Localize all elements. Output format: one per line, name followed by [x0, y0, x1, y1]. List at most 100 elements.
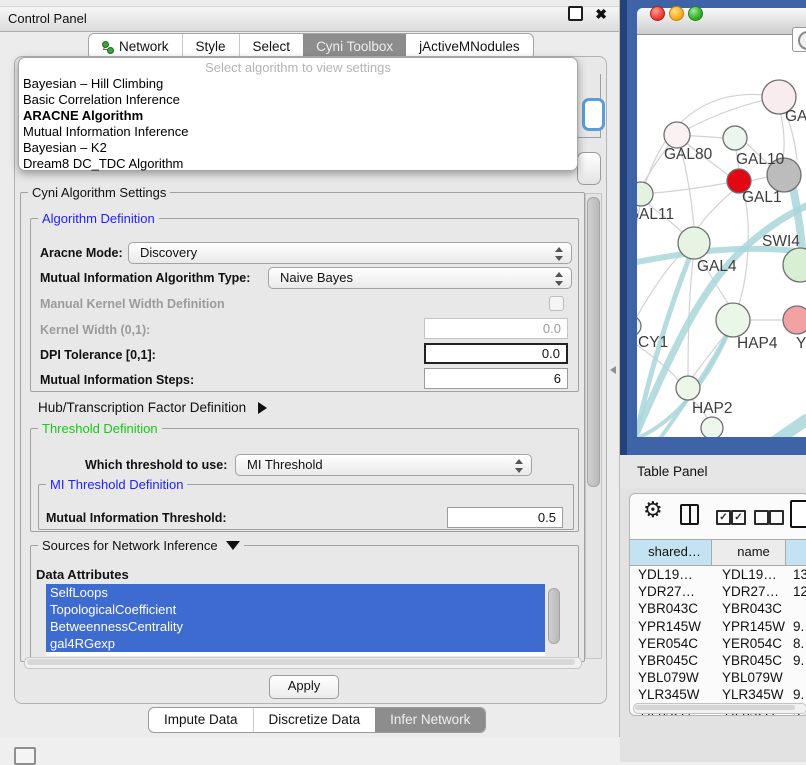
dpi-tolerance-input[interactable]: 0.0 — [424, 343, 568, 364]
column-header-shared[interactable]: shared… — [630, 540, 712, 565]
sources-legend[interactable]: Sources for Network Inference — [38, 538, 244, 553]
data-attributes-list[interactable]: SelfLoops TopologicalCoefficient Between… — [46, 584, 545, 656]
table-cell[interactable]: YDL19… — [712, 566, 786, 583]
table-row[interactable]: YPR145WYPR145W9. — [630, 618, 806, 635]
dropdown-item[interactable]: Basic Correlation Inference — [19, 92, 577, 108]
checked-checkbox-icon[interactable]: ✓ — [716, 510, 731, 525]
unchecked-checkbox-icon[interactable] — [769, 510, 784, 525]
attribute-item[interactable]: gal4RGexp — [46, 635, 545, 652]
attribute-item[interactable]: BetweennessCentrality — [46, 618, 545, 635]
network-edge[interactable] — [751, 177, 768, 181]
network-canvas[interactable]: GALGAL80GAL10GAL1GAL11GAL4SWI4GCY1HAP4YH… — [637, 34, 806, 437]
table-cell[interactable]: YBR045C — [712, 652, 786, 669]
table-row[interactable]: YDL19…YDL19…13 — [630, 566, 806, 583]
table-cell[interactable] — [786, 600, 806, 617]
table-cell[interactable]: YPR145W — [630, 618, 712, 635]
dropdown-item[interactable]: Bayesian – Hill Climbing — [19, 76, 577, 92]
float-window-icon[interactable] — [568, 6, 583, 21]
table-cell[interactable]: YBR043C — [712, 600, 786, 617]
table-scrollbar-thumb[interactable] — [635, 705, 795, 710]
split-pane-collapse-icon[interactable] — [610, 366, 616, 374]
table-cell[interactable]: 9. — [786, 652, 806, 669]
table-cell[interactable] — [786, 669, 806, 686]
columns-icon[interactable] — [680, 504, 699, 525]
table-cell[interactable]: YBR043C — [630, 600, 712, 617]
table-cell[interactable]: YDR27… — [630, 583, 712, 600]
table-row[interactable]: YBR043CYBR043C — [630, 600, 806, 617]
mi-threshold-input[interactable]: 0.5 — [447, 507, 563, 528]
network-combobox-fragment[interactable] — [577, 152, 601, 185]
network-node[interactable] — [701, 417, 723, 437]
gear-icon[interactable]: ⚙ — [643, 497, 663, 523]
network-node[interactable] — [678, 227, 710, 259]
table-row[interactable]: YER054CYER054C8. — [630, 635, 806, 652]
column-header-name[interactable]: name — [712, 540, 786, 565]
table-panel-header: Table Panel — [620, 455, 806, 489]
table-cell[interactable]: YPR145W — [712, 618, 786, 635]
table-cell[interactable]: 9. — [786, 686, 806, 703]
table-cell[interactable]: YDL19… — [630, 566, 712, 583]
document-icon[interactable] — [790, 500, 806, 528]
docked-panel-icon[interactable] — [14, 747, 36, 765]
table-cell[interactable]: YLR345W — [630, 686, 712, 703]
unchecked-checkbox-icon[interactable] — [754, 510, 769, 525]
tab-discretize-data[interactable]: Discretize Data — [253, 708, 376, 732]
network-node[interactable] — [664, 122, 690, 148]
table-cell[interactable]: 12 — [786, 583, 806, 600]
table-cell[interactable]: YLR345W — [712, 686, 786, 703]
table-cell[interactable]: YER054C — [630, 635, 712, 652]
mi-steps-label: Mutual Information Steps: — [40, 373, 194, 387]
close-traffic-light-icon[interactable] — [650, 6, 665, 21]
tab-impute-data[interactable]: Impute Data — [149, 708, 253, 732]
settings-scrollbar-thumb[interactable] — [587, 197, 600, 487]
attributes-scrollbar-thumb[interactable] — [548, 588, 560, 644]
table-row[interactable]: YDR27…YDR27…12 — [630, 583, 806, 600]
kernel-width-input[interactable]: 0.0 — [424, 318, 568, 339]
mi-steps-input[interactable]: 6 — [424, 368, 568, 389]
dropdown-item[interactable]: Bayesian – K2 — [19, 140, 577, 156]
table-cell[interactable]: YBL079W — [630, 669, 712, 686]
which-threshold-value: MI Threshold — [247, 457, 323, 472]
table-cell[interactable]: 13 — [786, 566, 806, 583]
attribute-item[interactable]: SelfLoops — [46, 584, 545, 601]
table-cell[interactable]: YBR045C — [630, 652, 712, 669]
network-node[interactable] — [783, 306, 806, 334]
settings-vertical-scrollbar[interactable] — [585, 193, 602, 659]
table-cell[interactable]: YDR27… — [712, 583, 786, 600]
hub-definition-toggle[interactable]: Hub/Transcription Factor Definition — [38, 400, 267, 415]
network-edge[interactable] — [744, 420, 806, 437]
network-node[interactable] — [637, 182, 653, 206]
table-cell[interactable]: YBL079W — [712, 669, 786, 686]
network-node[interactable] — [676, 376, 700, 400]
column-header-partial[interactable]: A — [786, 540, 806, 565]
checked-checkbox-icon[interactable]: ✓ — [731, 510, 746, 525]
network-node[interactable] — [783, 248, 806, 282]
network-node[interactable] — [637, 316, 641, 336]
table-cell[interactable]: 8. — [786, 635, 806, 652]
algorithm-combobox-fragment[interactable] — [582, 98, 605, 131]
dropdown-item[interactable]: ARACNE Algorithm — [19, 108, 577, 124]
dropdown-item[interactable]: Dream8 DC_TDC Algorithm — [19, 156, 577, 172]
network-node[interactable] — [723, 126, 747, 150]
apply-button[interactable]: Apply — [269, 675, 339, 699]
close-icon[interactable]: ✖ — [595, 2, 607, 26]
table-cell[interactable]: YER054C — [712, 635, 786, 652]
network-node[interactable] — [716, 303, 750, 337]
dropdown-item[interactable]: Mutual Information Inference — [19, 124, 577, 140]
table-row[interactable]: YBR045CYBR045C9. — [630, 652, 806, 669]
horizontal-scrollbar-thumb[interactable] — [27, 659, 575, 665]
table-horizontal-scrollbar[interactable] — [633, 703, 806, 714]
mi-algorithm-type-select[interactable]: Naive Bayes — [268, 267, 572, 289]
aracne-mode-select[interactable]: Discovery — [128, 242, 572, 264]
which-threshold-select[interactable]: MI Threshold — [235, 454, 532, 476]
tab-infer-network[interactable]: Infer Network — [375, 708, 485, 732]
table-row[interactable]: YBL079WYBL079W — [630, 669, 806, 686]
table-row[interactable]: YLR345WYLR345W9. — [630, 686, 806, 703]
table-cell[interactable]: 9. — [786, 618, 806, 635]
network-edge[interactable] — [697, 191, 733, 229]
zoom-traffic-light-icon[interactable] — [688, 6, 703, 21]
attribute-item[interactable]: TopologicalCoefficient — [46, 601, 545, 618]
settings-horizontal-scrollbar[interactable] — [24, 657, 582, 669]
minimize-traffic-light-icon[interactable] — [669, 6, 684, 21]
manual-kernel-width-checkbox[interactable] — [549, 296, 564, 311]
